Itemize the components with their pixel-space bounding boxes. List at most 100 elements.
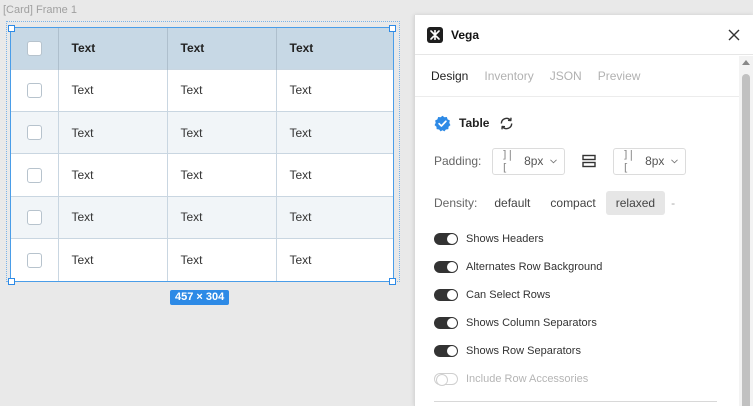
table-row[interactable]: Text Text Text xyxy=(11,69,393,112)
toggle-label: Include Row Accessories xyxy=(466,373,589,385)
toggle-alternates-row-background: Alternates Row Background xyxy=(434,253,733,281)
shows-row-separators-switch[interactable] xyxy=(434,345,458,357)
frame-label: [Card] Frame 1 xyxy=(3,4,77,16)
table-cell: Text xyxy=(289,253,312,268)
scroll-thumb[interactable] xyxy=(742,74,750,406)
resize-handle-top-right[interactable] xyxy=(389,25,396,32)
column-header[interactable]: Text xyxy=(167,28,277,69)
padding-row: Padding: ]|[ 8px ]|[ 8px xyxy=(434,147,733,175)
horizontal-padding-icon: ]|[ xyxy=(501,148,513,174)
horizontal-padding-select[interactable]: ]|[ 8px xyxy=(492,147,566,175)
table-cell: Text xyxy=(289,167,312,182)
resize-handle-bottom-left[interactable] xyxy=(8,278,15,285)
density-row: Density: default compact relaxed - xyxy=(434,191,733,215)
close-icon xyxy=(728,29,740,41)
vertical-spacing-icon xyxy=(565,154,613,168)
column-header[interactable]: Text xyxy=(276,28,393,69)
include-row-accessories-switch[interactable] xyxy=(434,373,458,386)
column-header[interactable]: Text xyxy=(58,28,168,69)
vertical-padding-select[interactable]: ]|[ 8px xyxy=(613,147,687,175)
table-row[interactable]: Text Text Text xyxy=(11,153,393,197)
row-checkbox[interactable] xyxy=(26,210,42,226)
vertical-padding-icon: ]|[ xyxy=(622,148,634,174)
table-cell: Text xyxy=(167,153,277,197)
density-extra: - xyxy=(671,196,676,210)
data-table: Text Text Text Text Text Text Text Text … xyxy=(11,28,393,281)
vega-logo-icon xyxy=(427,26,443,43)
toggle-label: Shows Column Separators xyxy=(466,317,597,329)
table-cell: Text xyxy=(289,210,312,225)
row-select-cell xyxy=(11,111,59,154)
component-name: Table xyxy=(459,116,490,130)
toggle-label: Shows Headers xyxy=(466,233,544,245)
tab-json[interactable]: JSON xyxy=(550,69,582,83)
row-select-cell xyxy=(11,153,59,197)
tab-design[interactable]: Design xyxy=(431,69,468,83)
scroll-up-arrow-icon[interactable] xyxy=(742,60,750,65)
panel-title: Vega xyxy=(451,27,480,42)
select-all-checkbox[interactable] xyxy=(26,40,42,56)
toggle-label: Can Select Rows xyxy=(466,289,551,301)
table-row[interactable]: Text Text Text xyxy=(11,111,393,154)
panel-scroll-area[interactable]: Design Inventory JSON Preview Table Padd… xyxy=(415,56,753,406)
resize-handle-top-left[interactable] xyxy=(8,25,15,32)
header-select-cell xyxy=(11,28,59,69)
vertical-padding-value: 8px xyxy=(645,154,665,168)
density-option-default[interactable]: default xyxy=(484,191,540,215)
row-select-cell xyxy=(11,238,59,281)
table-row[interactable]: Text Text Text xyxy=(11,238,393,281)
toggle-include-row-accessories: Include Row Accessories xyxy=(434,365,733,393)
table-cell: Text xyxy=(58,69,168,112)
table-row[interactable]: Text Text Text xyxy=(11,196,393,239)
horizontal-padding-value: 8px xyxy=(524,154,544,168)
row-select-cell xyxy=(11,196,59,239)
toggle-list: Shows Headers Alternates Row Background … xyxy=(434,225,733,402)
close-button[interactable] xyxy=(725,26,743,44)
toggle-can-select-rows: Can Select Rows xyxy=(434,281,733,309)
row-checkbox[interactable] xyxy=(26,82,42,98)
table-cell: Text xyxy=(167,196,277,239)
toggle-label: Alternates Row Background xyxy=(466,261,603,273)
alternates-row-background-switch[interactable] xyxy=(434,261,458,273)
row-checkbox[interactable] xyxy=(26,252,42,268)
row-select-cell xyxy=(11,69,59,112)
tab-preview[interactable]: Preview xyxy=(598,69,641,83)
table-cell: Text xyxy=(167,111,277,154)
scrollbar[interactable] xyxy=(739,56,753,406)
toggle-shows-column-separators: Shows Column Separators xyxy=(434,309,733,337)
chevron-down-icon xyxy=(671,158,679,163)
shows-column-separators-switch[interactable] xyxy=(434,317,458,329)
row-checkbox[interactable] xyxy=(26,125,42,141)
table-cell: Text xyxy=(167,238,277,281)
density-option-relaxed[interactable]: relaxed xyxy=(605,191,666,215)
table-header-row: Text Text Text xyxy=(11,28,393,69)
toggle-label: Shows Row Separators xyxy=(466,345,581,357)
row-checkbox[interactable] xyxy=(26,167,42,183)
plugin-panel: Vega Design Inventory JSON Preview Table xyxy=(414,15,753,406)
panel-header: Vega xyxy=(415,15,753,55)
panel-tabs: Design Inventory JSON Preview xyxy=(415,56,753,97)
component-row: Table xyxy=(434,114,733,132)
density-label: Density: xyxy=(434,196,478,210)
table-frame[interactable]: Text Text Text Text Text Text Text Text … xyxy=(10,27,394,282)
table-cell: Text xyxy=(58,153,168,197)
density-option-compact[interactable]: compact xyxy=(540,191,605,215)
can-select-rows-switch[interactable] xyxy=(434,289,458,301)
sync-icon[interactable] xyxy=(499,116,514,131)
table-cell: Text xyxy=(58,196,168,239)
toggle-shows-row-separators: Shows Row Separators xyxy=(434,337,733,365)
table-cell: Text xyxy=(58,111,168,154)
resize-handle-bottom-right[interactable] xyxy=(389,278,396,285)
design-content: Table Padding: ]|[ 8px]|[8px Density: … xyxy=(415,114,753,402)
verified-badge-icon xyxy=(434,115,451,131)
chevron-down-icon xyxy=(550,158,558,163)
size-badge: 457 × 304 xyxy=(170,290,230,305)
table-cell: Text xyxy=(289,83,312,98)
tab-inventory[interactable]: Inventory xyxy=(484,69,533,83)
table-cell: Text xyxy=(289,125,312,140)
table-cell: Text xyxy=(58,238,168,281)
shows-headers-switch[interactable] xyxy=(434,233,458,245)
section-divider xyxy=(434,401,717,402)
padding-label: Padding: xyxy=(434,154,482,168)
toggle-shows-headers: Shows Headers xyxy=(434,225,733,253)
